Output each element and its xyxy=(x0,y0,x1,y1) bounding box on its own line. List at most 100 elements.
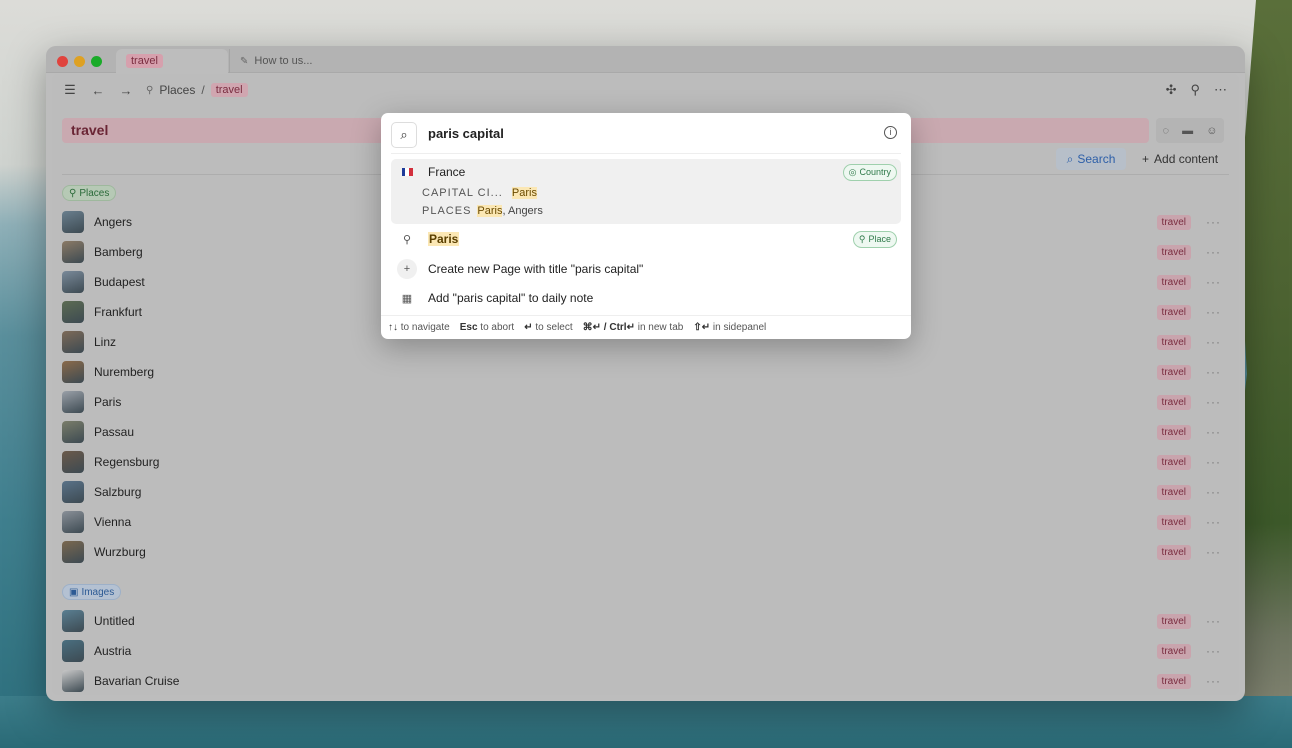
background-sea xyxy=(0,696,1292,748)
result-label: France xyxy=(428,165,466,179)
result-france[interactable]: France ◎ Country xyxy=(391,159,901,185)
item-name[interactable]: Budapest xyxy=(94,275,145,289)
item-tag[interactable]: travel xyxy=(1156,424,1191,440)
item-name[interactable]: Bamberg xyxy=(94,245,143,259)
back-arrow-icon[interactable]: ← xyxy=(90,83,106,98)
item-name[interactable]: Angers xyxy=(94,215,132,229)
result-paris[interactable]: ⚲ Paris ⚲ Place xyxy=(391,226,901,252)
breadcrumb-parent[interactable]: Places xyxy=(159,83,195,97)
item-name[interactable]: Nuremberg xyxy=(94,365,154,379)
item-tag[interactable]: travel xyxy=(1156,544,1191,560)
item-tag[interactable]: travel xyxy=(1156,274,1191,290)
info-icon[interactable]: i xyxy=(884,126,897,139)
pin-icon: ⚲ xyxy=(402,233,412,246)
thumbnail xyxy=(62,271,84,293)
thumbnail xyxy=(62,211,84,233)
item-tag[interactable]: travel xyxy=(1156,484,1191,500)
tab-travel[interactable]: travel xyxy=(116,49,228,73)
list-item[interactable]: Passau travel ··· xyxy=(62,419,1229,445)
more-options-icon[interactable]: ··· xyxy=(1206,545,1221,559)
list-item[interactable]: Regensburg travel ··· xyxy=(62,449,1229,475)
list-item[interactable]: Wurzburg travel ··· xyxy=(62,539,1229,565)
pin-page-icon[interactable]: ⚲ xyxy=(1190,82,1200,98)
search-input[interactable]: paris capital xyxy=(428,126,504,141)
thumbnail xyxy=(62,670,84,692)
more-options-icon[interactable]: ··· xyxy=(1206,215,1221,229)
more-options-icon[interactable]: ··· xyxy=(1206,455,1221,469)
item-tag[interactable]: travel xyxy=(1156,643,1191,659)
more-options-icon[interactable]: ··· xyxy=(1206,425,1221,439)
minimize-window-button[interactable] xyxy=(74,56,85,67)
more-options-icon[interactable]: ··· xyxy=(1206,245,1221,259)
comment-icon[interactable]: ▬ xyxy=(1182,125,1193,137)
item-tag[interactable]: travel xyxy=(1156,394,1191,410)
list-menu-icon[interactable]: ☰ xyxy=(62,82,78,98)
more-options-icon[interactable]: ··· xyxy=(1206,395,1221,409)
more-options-icon[interactable]: ··· xyxy=(1206,365,1221,379)
more-options-icon[interactable]: ··· xyxy=(1206,335,1221,349)
title-actions: ◌ ▬ ☺ xyxy=(1156,118,1224,143)
item-tag[interactable]: travel xyxy=(1156,364,1191,380)
hint-sidepanel: ⇧↵ in sidepanel xyxy=(693,322,767,333)
item-name[interactable]: Bavarian Cruise xyxy=(94,674,179,688)
thumbnail xyxy=(62,301,84,323)
item-tag[interactable]: travel xyxy=(1156,214,1191,230)
create-page-option[interactable]: + Create new Page with title "paris capi… xyxy=(391,256,901,282)
calendar-icon: ▦ xyxy=(401,292,413,305)
images-section-badge[interactable]: ▣ Images xyxy=(62,584,122,600)
palette-icon[interactable]: ◌ xyxy=(1163,125,1170,137)
breadcrumb-separator: / xyxy=(201,83,205,97)
tab-how-to-use[interactable]: ✎ How to us... xyxy=(229,49,397,73)
item-tag[interactable]: travel xyxy=(1156,613,1191,629)
close-window-button[interactable] xyxy=(57,56,68,67)
item-tag[interactable]: travel xyxy=(1156,673,1191,689)
list-item[interactable]: Bavarian Cruise travel ··· xyxy=(62,668,1229,694)
item-name[interactable]: Austria xyxy=(94,644,131,658)
emoji-icon[interactable]: ☺ xyxy=(1206,125,1217,137)
more-options-icon[interactable]: ··· xyxy=(1206,515,1221,529)
more-options-icon[interactable]: ··· xyxy=(1206,644,1221,658)
thumbnail xyxy=(62,331,84,353)
item-tag[interactable]: travel xyxy=(1156,304,1191,320)
zoom-window-button[interactable] xyxy=(91,56,102,67)
list-item[interactable]: Austria travel ··· xyxy=(62,638,1229,664)
item-tag[interactable]: travel xyxy=(1156,244,1191,260)
list-item[interactable]: Untitled travel ··· xyxy=(62,608,1229,634)
item-name[interactable]: Salzburg xyxy=(94,485,141,499)
more-options-icon[interactable]: ··· xyxy=(1206,485,1221,499)
more-options-icon[interactable]: ··· xyxy=(1206,305,1221,319)
more-options-icon[interactable]: ··· xyxy=(1206,614,1221,628)
item-name[interactable]: Frankfurt xyxy=(94,305,142,319)
toolbar: ☰ ← → ⚲ Places / travel xyxy=(52,74,1239,106)
field-key: CAPITAL CI... xyxy=(422,187,503,199)
item-tag[interactable]: travel xyxy=(1156,334,1191,350)
item-name[interactable]: Wurzburg xyxy=(94,545,146,559)
breadcrumb: ⚲ Places / travel xyxy=(146,83,248,97)
thumbnail xyxy=(62,511,84,533)
item-tag[interactable]: travel xyxy=(1156,454,1191,470)
add-content-button[interactable]: + Add content xyxy=(1142,148,1232,170)
item-name[interactable]: Vienna xyxy=(94,515,131,529)
item-name[interactable]: Untitled xyxy=(94,614,135,628)
pin-icon: ⚲ xyxy=(146,84,154,96)
list-item[interactable]: Vienna travel ··· xyxy=(62,509,1229,535)
item-name[interactable]: Passau xyxy=(94,425,134,439)
search-button[interactable]: ⌕ Search xyxy=(1056,148,1126,170)
forward-arrow-icon[interactable]: → xyxy=(118,83,134,98)
daily-note-option[interactable]: ▦ Add "paris capital" to daily note xyxy=(391,285,901,311)
result-label: Paris xyxy=(428,232,460,246)
item-name[interactable]: Paris xyxy=(94,395,121,409)
item-name[interactable]: Regensburg xyxy=(94,455,159,469)
more-options-icon[interactable]: ⋯ xyxy=(1214,82,1227,98)
list-item[interactable]: Paris travel ··· xyxy=(62,389,1229,415)
places-section-badge[interactable]: ⚲ Places xyxy=(62,185,117,201)
more-options-icon[interactable]: ··· xyxy=(1206,674,1221,688)
list-item[interactable]: Salzburg travel ··· xyxy=(62,479,1229,505)
daily-note-label: Add "paris capital" to daily note xyxy=(428,291,594,305)
list-item[interactable]: Nuremberg travel ··· xyxy=(62,359,1229,385)
more-options-icon[interactable]: ··· xyxy=(1206,275,1221,289)
breadcrumb-current[interactable]: travel xyxy=(210,83,248,97)
item-tag[interactable]: travel xyxy=(1156,514,1191,530)
graph-icon[interactable]: ✣ xyxy=(1166,82,1177,98)
item-name[interactable]: Linz xyxy=(94,335,116,349)
